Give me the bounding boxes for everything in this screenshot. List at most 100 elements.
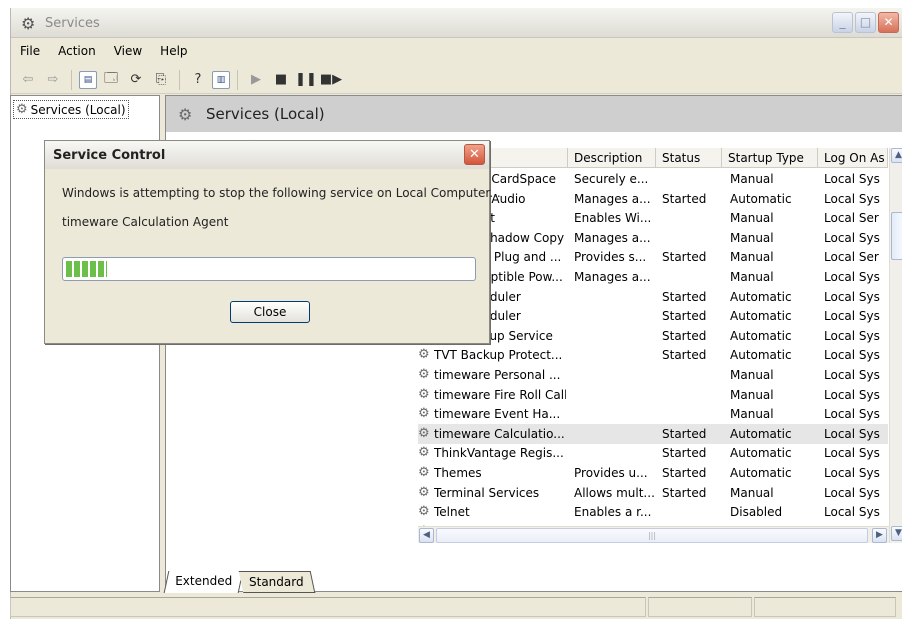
column-header-startup-type[interactable]: Startup Type xyxy=(722,148,818,168)
service-name: timeware Personal ... xyxy=(434,368,561,382)
service-logon: Local Sys xyxy=(824,505,880,520)
service-gear-icon: ⚙ xyxy=(418,504,430,520)
toolbar: ⇦ ⇨ ▤ 🗔 ⟳ ⎘ ? ▥ ▶ ■ ❚❚ ■▶ xyxy=(11,66,902,94)
service-row[interactable]: ⚙ timeware Calculatio... Started Automatic L… xyxy=(418,423,888,444)
service-description: Enables a r... xyxy=(574,505,652,520)
service-gear-icon: ⚙ xyxy=(418,445,430,461)
stop-service-icon[interactable]: ■ xyxy=(270,69,292,91)
service-logon: Local Sys xyxy=(824,485,880,500)
status-bar xyxy=(10,597,902,619)
horizontal-scrollbar[interactable]: ◀ ||| ▶ xyxy=(418,526,889,543)
tab-extended[interactable]: Extended xyxy=(163,571,244,593)
service-gear-icon: ⚙ xyxy=(418,367,430,382)
service-gear-icon: ⚙ xyxy=(418,406,430,422)
close-button[interactable]: Close xyxy=(230,301,310,323)
column-header-log-on-as[interactable]: Log On As xyxy=(818,148,888,168)
restart-service-icon[interactable]: ■▶ xyxy=(320,69,342,91)
start-service-icon[interactable]: ▶ xyxy=(245,69,267,91)
service-name: Telnet xyxy=(434,505,470,520)
service-description: Provides u... xyxy=(574,466,648,480)
service-gear-icon: ⚙ xyxy=(418,386,430,402)
minimize-button[interactable]: _ xyxy=(832,12,853,33)
service-status: Started xyxy=(662,466,707,480)
back-arrow-icon[interactable]: ⇦ xyxy=(17,69,39,91)
service-description: Securely e... xyxy=(574,172,649,186)
service-startup: Manual xyxy=(730,270,774,284)
help-icon[interactable]: ? xyxy=(187,69,209,91)
window-title: Services xyxy=(45,16,100,31)
tree-item-label: Services (Local) xyxy=(30,102,126,117)
export-list-icon[interactable]: ⎘ xyxy=(150,69,172,91)
show-hide-tree-icon[interactable]: ▤ xyxy=(79,70,97,89)
service-row[interactable]: ⚙ Telnet Enables a r... Disabled Local Sys xyxy=(418,502,888,522)
menu-file[interactable]: File xyxy=(11,42,49,62)
service-logon: Local Sys xyxy=(824,191,880,206)
service-status: Started xyxy=(662,485,707,500)
service-startup: Automatic xyxy=(730,466,792,480)
properties-icon[interactable]: 🗔 xyxy=(100,69,122,91)
tab-extended-label: Extended xyxy=(175,574,233,588)
menu-action[interactable]: Action xyxy=(49,42,105,62)
service-row[interactable]: ⚙ timeware Event Ha... Manual Local Sys xyxy=(418,404,888,424)
service-row[interactable]: ⚙ TVT Backup Protect... Started Automatic Lo… xyxy=(418,345,888,365)
service-gear-icon: ⚙ xyxy=(418,465,430,480)
service-status: Started xyxy=(662,426,707,441)
scroll-down-icon[interactable]: ▼ xyxy=(891,526,902,541)
service-logon: Local Ser xyxy=(824,211,879,226)
services-gear-icon: ⚙ xyxy=(21,14,36,33)
service-startup: Automatic xyxy=(730,191,792,206)
scroll-left-icon[interactable]: ◀ xyxy=(419,528,434,543)
service-startup: Manual xyxy=(730,407,774,422)
horizontal-scroll-thumb[interactable]: ||| xyxy=(436,528,868,543)
service-logon: Local Sys xyxy=(824,446,880,461)
menu-bar: File Action View Help xyxy=(11,42,197,62)
service-row[interactable]: ⚙ Terminal Services Allows mult... Started M… xyxy=(418,483,888,503)
console-tree-icon[interactable]: ▥ xyxy=(212,70,230,89)
service-name: timeware Fire Roll Call xyxy=(434,387,566,402)
menu-help[interactable]: Help xyxy=(151,42,196,62)
service-control-dialog: Service Control ✕ Windows is attempting … xyxy=(44,140,501,344)
service-gear-icon: ⚙ xyxy=(418,347,430,363)
service-row[interactable]: ⚙ Themes Provides u... Started Automatic Loca… xyxy=(418,463,888,483)
service-startup: Disabled xyxy=(730,505,783,520)
service-row[interactable]: ⚙ ThinkVantage Regis... Started Automatic Lo… xyxy=(418,443,888,463)
dialog-close-icon[interactable]: ✕ xyxy=(464,144,485,165)
service-gear-icon: ⚙ xyxy=(418,425,430,441)
dialog-service-name: timeware Calculation Agent xyxy=(62,215,229,229)
service-startup: Automatic xyxy=(730,289,792,304)
service-description: Manages a... xyxy=(574,230,651,245)
service-logon: Local Sys xyxy=(824,289,880,304)
pane-header: ⚙ Services (Local) xyxy=(166,96,902,132)
services-list: Description Status Startup Type Log On A… xyxy=(418,148,902,543)
close-window-button[interactable]: ✕ xyxy=(878,12,899,33)
service-startup: Manual xyxy=(730,172,774,186)
scroll-thumb[interactable] xyxy=(891,212,902,260)
service-status: Started xyxy=(662,446,707,461)
pause-service-icon[interactable]: ❚❚ xyxy=(295,69,317,91)
forward-arrow-icon[interactable]: ⇨ xyxy=(42,69,64,91)
dialog-title-bar[interactable]: Service Control ✕ xyxy=(45,141,489,169)
service-row[interactable]: ⚙ timeware Personal ... Manual Local Sys xyxy=(418,365,888,385)
scroll-right-icon[interactable]: ▶ xyxy=(872,528,887,543)
service-logon: Local Sys xyxy=(824,368,880,382)
service-name: TVT Backup Protect... xyxy=(434,348,563,363)
tab-standard[interactable]: Standard xyxy=(238,571,315,593)
menu-view[interactable]: View xyxy=(105,42,151,62)
service-startup: Automatic xyxy=(730,426,792,441)
service-logon: Local Ser xyxy=(824,250,879,265)
service-startup: Automatic xyxy=(730,309,792,324)
column-header-description[interactable]: Description xyxy=(568,148,656,168)
service-status: Started xyxy=(662,348,707,363)
maximize-button[interactable]: □ xyxy=(855,12,876,33)
dialog-message: Windows is attempting to stop the follow… xyxy=(62,186,501,200)
service-row[interactable]: ⚙ timeware Fire Roll Call Manual Local Sys xyxy=(418,385,888,405)
service-status: Started xyxy=(662,289,707,304)
service-description: Manages a... xyxy=(574,191,651,206)
refresh-icon[interactable]: ⟳ xyxy=(125,69,147,91)
column-header-status[interactable]: Status xyxy=(656,148,722,168)
scroll-up-icon[interactable]: ▲ xyxy=(891,148,902,163)
vertical-scrollbar[interactable]: ▲ ▼ xyxy=(889,148,902,543)
service-description: Provides s... xyxy=(574,250,647,265)
tree-item-services-local[interactable]: ⚙ Services (Local) xyxy=(13,100,129,119)
title-bar[interactable]: ⚙ Services _ □ ✕ xyxy=(11,8,902,38)
